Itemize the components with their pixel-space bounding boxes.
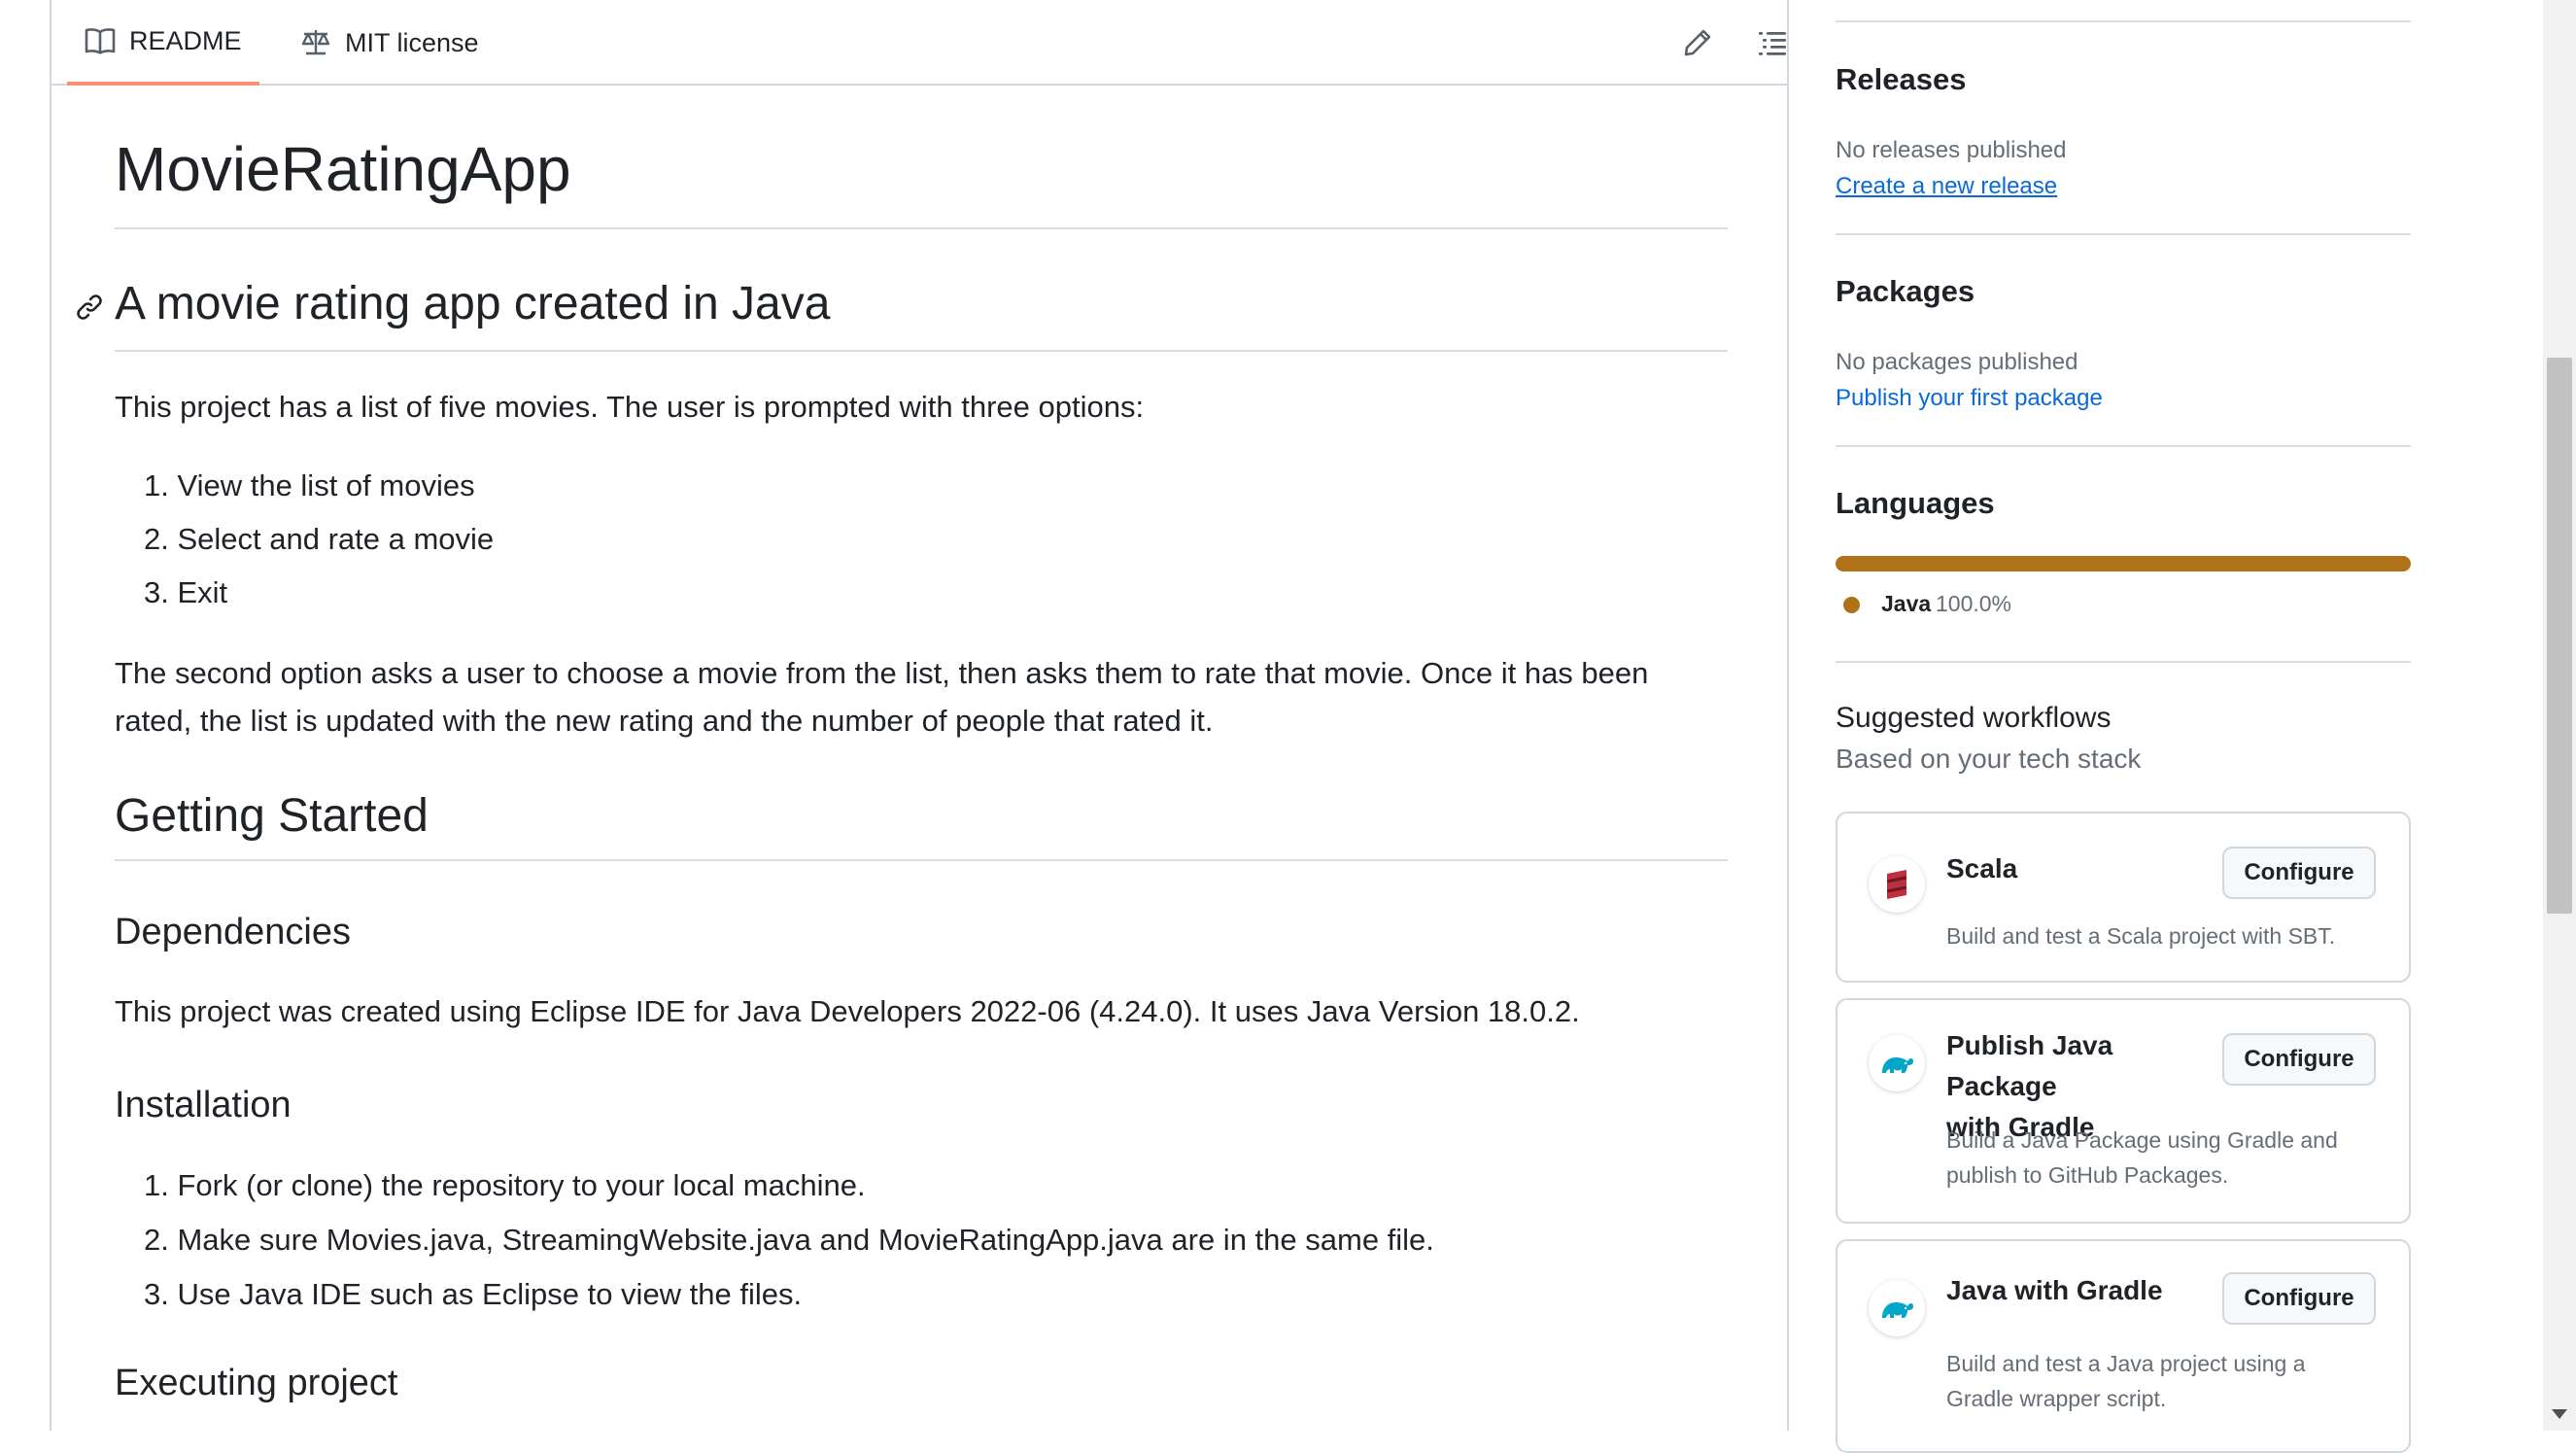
law-scale-icon <box>301 30 330 55</box>
heading-executing-project: Executing project <box>115 1363 398 1403</box>
pencil-icon[interactable] <box>1676 21 1719 64</box>
list-item: 1. View the list of movies <box>144 468 475 502</box>
workflow-description: Build and test a Java project using a Gr… <box>1946 1346 2374 1416</box>
publish-package-link[interactable]: Publish your first package <box>1836 385 2103 412</box>
page-scrollbar[interactable] <box>2543 0 2576 1431</box>
languages-title: Languages <box>1836 486 1995 520</box>
readme-title: MovieRatingApp <box>115 134 571 204</box>
paragraph-line: rated, the list is updated with the new … <box>115 704 1214 738</box>
list-item: 3. Exit <box>144 575 228 609</box>
workflow-card-publish-java-gradle: Publish Java Package with Gradle Configu… <box>1836 998 2411 1224</box>
list-item: 1. Fork (or clone) the repository to you… <box>144 1168 866 1202</box>
workflow-name: Java with Gradle <box>1946 1275 2163 1305</box>
releases-status: No releases published <box>1836 137 2067 163</box>
workflow-name-line: Publish Java Package <box>1946 1030 2113 1101</box>
readme-header: README MIT license <box>52 0 1787 86</box>
divider <box>115 859 1728 861</box>
workflow-description-line: Build a Java Package using Gradle and <box>1946 1127 2338 1153</box>
workflow-description: Build a Java Package using Gradle and pu… <box>1946 1123 2374 1193</box>
workflow-name: Scala <box>1946 853 2018 883</box>
language-name[interactable]: Java <box>1881 591 1931 617</box>
configure-button[interactable]: Configure <box>2222 1033 2376 1086</box>
tab-license-label: MIT license <box>345 27 479 57</box>
java-color-dot <box>1843 597 1860 613</box>
list-item: 2. Make sure Movies.java, StreamingWebsi… <box>144 1223 1434 1257</box>
language-bar <box>1836 556 2411 571</box>
create-release-link[interactable]: Create a new release <box>1836 173 2057 200</box>
packages-status: No packages published <box>1836 349 2078 375</box>
gradle-elephant-icon <box>1869 1280 1925 1336</box>
scroll-down-arrow-icon[interactable] <box>2552 1409 2567 1419</box>
divider <box>1836 20 2411 22</box>
workflows-subtitle: Based on your tech stack <box>1836 744 2142 774</box>
tab-readme[interactable]: README <box>67 0 259 86</box>
divider <box>1836 233 2411 235</box>
packages-title[interactable]: Packages <box>1836 274 1975 309</box>
table-of-contents-icon[interactable] <box>1751 21 1794 64</box>
list-item: 3. Use Java IDE such as Eclipse to view … <box>144 1277 803 1311</box>
workflows-title: Suggested workflows <box>1836 702 2112 734</box>
intro-paragraph: This project has a list of five movies. … <box>115 390 1145 424</box>
divider <box>1836 445 2411 447</box>
divider <box>115 227 1728 229</box>
divider <box>1836 661 2411 663</box>
link-anchor-icon[interactable] <box>74 292 105 323</box>
workflow-description: Build and test a Scala project with SBT. <box>1946 923 2336 949</box>
workflow-card-java-gradle: Java with Gradle Configure Build and tes… <box>1836 1239 2411 1453</box>
heading-installation: Installation <box>115 1085 292 1125</box>
scrollbar-thumb[interactable] <box>2547 358 2572 914</box>
workflow-description-line: publish to GitHub Packages. <box>1946 1162 2229 1188</box>
releases-title[interactable]: Releases <box>1836 62 1966 97</box>
workflow-card-scala: Scala Configure Build and test a Scala p… <box>1836 812 2411 983</box>
dependencies-paragraph: This project was created using Eclipse I… <box>115 994 1580 1028</box>
configure-button[interactable]: Configure <box>2222 1272 2376 1325</box>
gradle-elephant-icon <box>1869 1035 1925 1091</box>
heading-dependencies: Dependencies <box>115 912 351 952</box>
heading-getting-started: Getting Started <box>115 790 429 842</box>
workflow-description-line: Build and test a Java project using a <box>1946 1351 2306 1376</box>
workflow-description-line: Gradle wrapper script. <box>1946 1386 2167 1411</box>
language-percent: 100.0% <box>1936 591 2012 616</box>
tab-readme-label: README <box>129 25 242 55</box>
readme-panel: README MIT license MovieRatingApp A movi… <box>50 0 1789 1431</box>
paragraph-line: The second option asks a user to choose … <box>115 656 1649 690</box>
tab-license[interactable]: MIT license <box>283 0 497 86</box>
readme-subtitle: A movie rating app created in Java <box>115 278 831 329</box>
book-icon <box>85 28 116 54</box>
list-item: 2. Select and rate a movie <box>144 522 495 556</box>
scala-logo-icon <box>1869 856 1925 913</box>
divider <box>115 350 1728 352</box>
configure-button[interactable]: Configure <box>2222 847 2376 899</box>
